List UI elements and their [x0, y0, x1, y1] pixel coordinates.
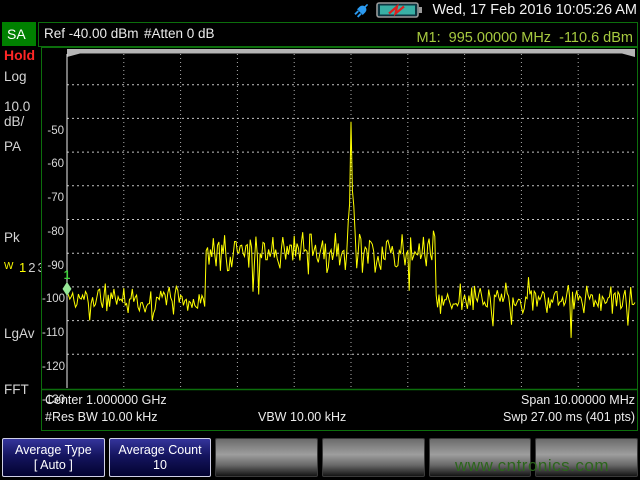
center-freq-label: Center 1.000000 GHz — [45, 393, 167, 407]
battery-charging-icon — [376, 2, 424, 19]
spectrum-plot: 1 — [42, 48, 637, 430]
average-type-annunciator: LgAv — [4, 326, 35, 341]
marker-readout: M1: 995.00000 MHz -110.6 dBm — [416, 30, 633, 46]
active-trace-number: 1 — [19, 260, 28, 275]
marker-1-diamond — [63, 282, 72, 296]
detector-annunciator: Pk — [4, 230, 20, 245]
preamp-annunciator: PA — [4, 139, 21, 154]
scale-value-annunciator: 10.0 — [4, 99, 30, 114]
marker-1-number: 1 — [64, 268, 71, 282]
trace-state-annunciator: W — [4, 261, 13, 272]
usb-plug-icon — [353, 1, 372, 19]
scale-unit-annunciator: dB/ — [4, 114, 24, 129]
mode-badge: SA — [2, 22, 36, 46]
vbw-label: VBW 10.00 kHz — [258, 410, 346, 424]
softkey-average-count[interactable]: Average Count 10 — [109, 438, 212, 477]
softkey-label: Average Type — [15, 443, 92, 458]
display-area: 1 — [41, 47, 638, 431]
softkey-label: Average Count — [118, 443, 201, 458]
softkey-value: 10 — [153, 458, 167, 473]
sweep-state-annunciator: Hold — [4, 47, 35, 63]
softkey-value: [ Auto ] — [34, 458, 73, 473]
res-bw-label: #Res BW 10.00 kHz — [45, 410, 158, 424]
measurement-header: Ref -40.00 dBm #Atten 0 dB M1: 995.00000… — [38, 22, 638, 47]
scale-type-annunciator: Log — [4, 69, 27, 84]
graticule-top-band — [67, 49, 635, 57]
fft-annunciator: FFT — [4, 382, 29, 397]
span-label: Span 10.00000 MHz — [521, 393, 635, 407]
ref-level-label: Ref -40.00 dBm — [44, 26, 139, 41]
watermark: www.cntronics.com — [455, 456, 609, 476]
softkey-4[interactable] — [322, 438, 425, 477]
spectrum-analyzer-screen: Wed, 17 Feb 2016 10:05:26 AM SA Ref -40.… — [0, 0, 640, 480]
atten-label: #Atten 0 dB — [144, 26, 215, 41]
softkey-3[interactable] — [215, 438, 318, 477]
sweep-time-label: Swp 27.00 ms (401 pts) — [503, 410, 635, 424]
softkey-average-type[interactable]: Average Type [ Auto ] — [2, 438, 105, 477]
datetime-label: Wed, 17 Feb 2016 10:05:26 AM — [433, 2, 638, 18]
